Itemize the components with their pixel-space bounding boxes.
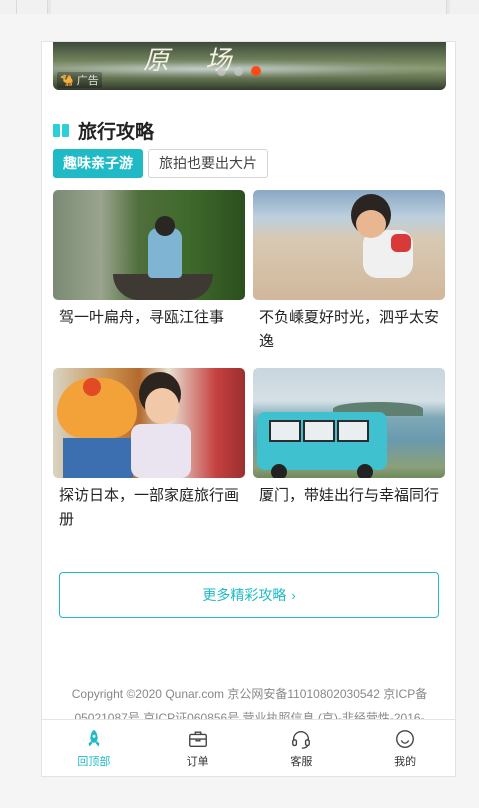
tab-strip-cell xyxy=(450,0,479,14)
tab-strip-cell xyxy=(17,0,48,14)
browser-top-strip xyxy=(0,0,479,14)
more-guides-button[interactable]: 更多精彩攻略 › xyxy=(59,572,439,618)
camel-icon: 🐪 xyxy=(60,75,74,87)
tab-strip-cell xyxy=(51,0,447,14)
tab-strip-cell xyxy=(0,0,17,14)
card-image xyxy=(53,368,245,478)
card-title: 驾一叶扁舟，寻瓯江往事 xyxy=(59,309,225,326)
more-guides-label: 更多精彩攻略 xyxy=(202,587,287,603)
tab-family-trip[interactable]: 趣味亲子游 xyxy=(53,149,143,178)
tabbar-label: 订单 xyxy=(186,755,209,768)
tabbar-label: 我的 xyxy=(394,755,417,768)
chevron-right-icon: › xyxy=(291,587,296,603)
tabbar-back-to-top[interactable]: 回顶部 xyxy=(42,720,146,776)
guide-card[interactable]: 厦门，带娃出行与幸福同行 xyxy=(253,368,445,508)
card-image xyxy=(253,190,445,300)
book-icon xyxy=(53,123,69,137)
guide-card[interactable]: 驾一叶扁舟，寻瓯江往事 xyxy=(53,190,245,330)
card-image xyxy=(253,368,445,478)
tabbar-label: 回顶部 xyxy=(77,755,111,768)
ad-label-text: 广告 xyxy=(76,75,99,87)
guide-card[interactable]: 不负嵊夏好时光，泗乎太安逸 xyxy=(253,190,445,354)
tabbar-orders[interactable]: 订单 xyxy=(146,720,250,776)
smiley-icon xyxy=(396,729,415,748)
mobile-viewport: 原 场 🐪 广告 旅行攻略 趣味亲子游 旅拍也要出大片 驾一叶扁舟，寻瓯江往事 … xyxy=(41,41,456,777)
guide-tabs: 趣味亲子游 旅拍也要出大片 xyxy=(53,149,268,178)
banner-dot-active[interactable] xyxy=(251,66,261,76)
guide-card[interactable]: 探访日本，一部家庭旅行画册 xyxy=(53,368,245,532)
bottom-tab-bar: 回顶部 订单 客服 我的 xyxy=(42,719,455,776)
footer-line: Copyright ©2020 Qunar.com 京公网安备110108020… xyxy=(71,687,428,701)
headset-icon xyxy=(292,730,311,749)
card-title: 探访日本，一部家庭旅行画册 xyxy=(59,487,240,528)
tabbar-customer-service[interactable]: 客服 xyxy=(250,720,354,776)
tabbar-label: 客服 xyxy=(290,755,313,768)
section-title: 旅行攻略 xyxy=(78,121,155,143)
tabbar-my-account[interactable]: 我的 xyxy=(353,720,455,776)
ad-label: 🐪 广告 xyxy=(57,72,102,88)
ad-banner[interactable]: 原 场 🐪 广告 xyxy=(53,42,446,90)
card-title: 厦门，带娃出行与幸福同行 xyxy=(259,487,440,504)
banner-pagination xyxy=(217,66,261,76)
rocket-icon xyxy=(88,729,100,746)
banner-dot[interactable] xyxy=(234,66,243,76)
briefcase-icon xyxy=(188,730,207,747)
banner-dot[interactable] xyxy=(217,66,226,76)
card-title: 不负嵊夏好时光，泗乎太安逸 xyxy=(259,309,440,350)
tab-travel-photo[interactable]: 旅拍也要出大片 xyxy=(148,149,268,178)
card-image xyxy=(53,190,245,300)
section-header: 旅行攻略 xyxy=(53,118,155,143)
